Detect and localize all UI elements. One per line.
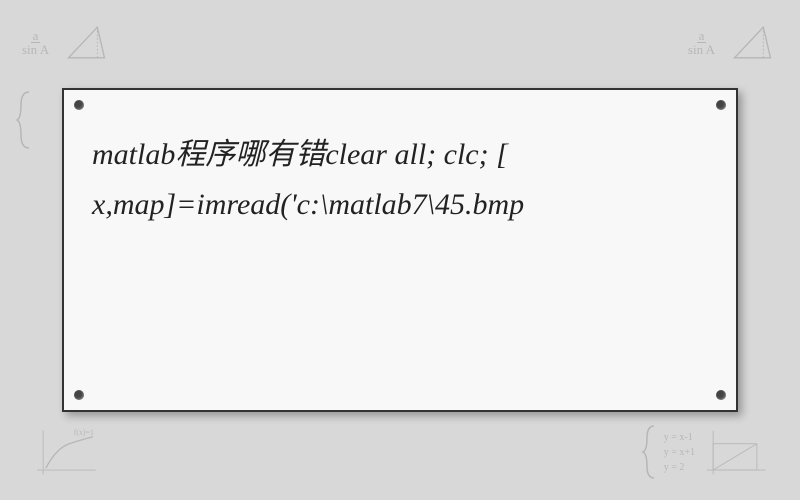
question-prompt: matlab程序哪有错 xyxy=(92,138,325,171)
brace-icon xyxy=(641,424,659,480)
piecewise-line2: y = x+1 xyxy=(664,445,695,460)
fraction-a-sina-right: a sin A xyxy=(686,29,717,56)
triangle-icon-right xyxy=(725,20,780,65)
piecewise-line1: y = x-1 xyxy=(664,430,695,445)
fraction-numerator-right: a xyxy=(697,29,707,43)
triangle-icon xyxy=(59,20,114,65)
watermark-left-brace xyxy=(15,90,35,155)
code-line-2: x,map]=imread('c:\matlab7\45.bmp xyxy=(92,188,524,221)
graph-icon-bl: f(x)=1 xyxy=(30,425,100,480)
nail-icon xyxy=(716,390,726,400)
nail-icon xyxy=(74,390,84,400)
fraction-a-sina: a sin A xyxy=(20,29,51,56)
fraction-denominator-right: sin A xyxy=(686,43,717,56)
piecewise-labels: y = x-1 y = x+1 y = 2 xyxy=(664,430,695,475)
fraction-denominator: sin A xyxy=(20,43,51,56)
graph-label-bl: f(x)=1 xyxy=(74,428,94,437)
nail-icon xyxy=(716,100,726,110)
watermark-top-right: a sin A xyxy=(686,20,780,65)
piecewise-line3: y = 2 xyxy=(664,460,695,475)
watermark-bottom-right: y = x-1 y = x+1 y = 2 xyxy=(641,424,770,480)
watermark-top-left: a sin A xyxy=(20,20,114,65)
fraction-numerator: a xyxy=(31,29,41,43)
nail-icon xyxy=(74,100,84,110)
graph-icon-br xyxy=(700,425,770,480)
question-text: matlab程序哪有错clear all; clc; [ x,map]=imre… xyxy=(92,130,708,229)
code-line-1: clear all; clc; [ xyxy=(325,138,507,171)
watermark-bottom-left: f(x)=1 xyxy=(30,425,100,485)
question-card: matlab程序哪有错clear all; clc; [ x,map]=imre… xyxy=(62,88,738,412)
